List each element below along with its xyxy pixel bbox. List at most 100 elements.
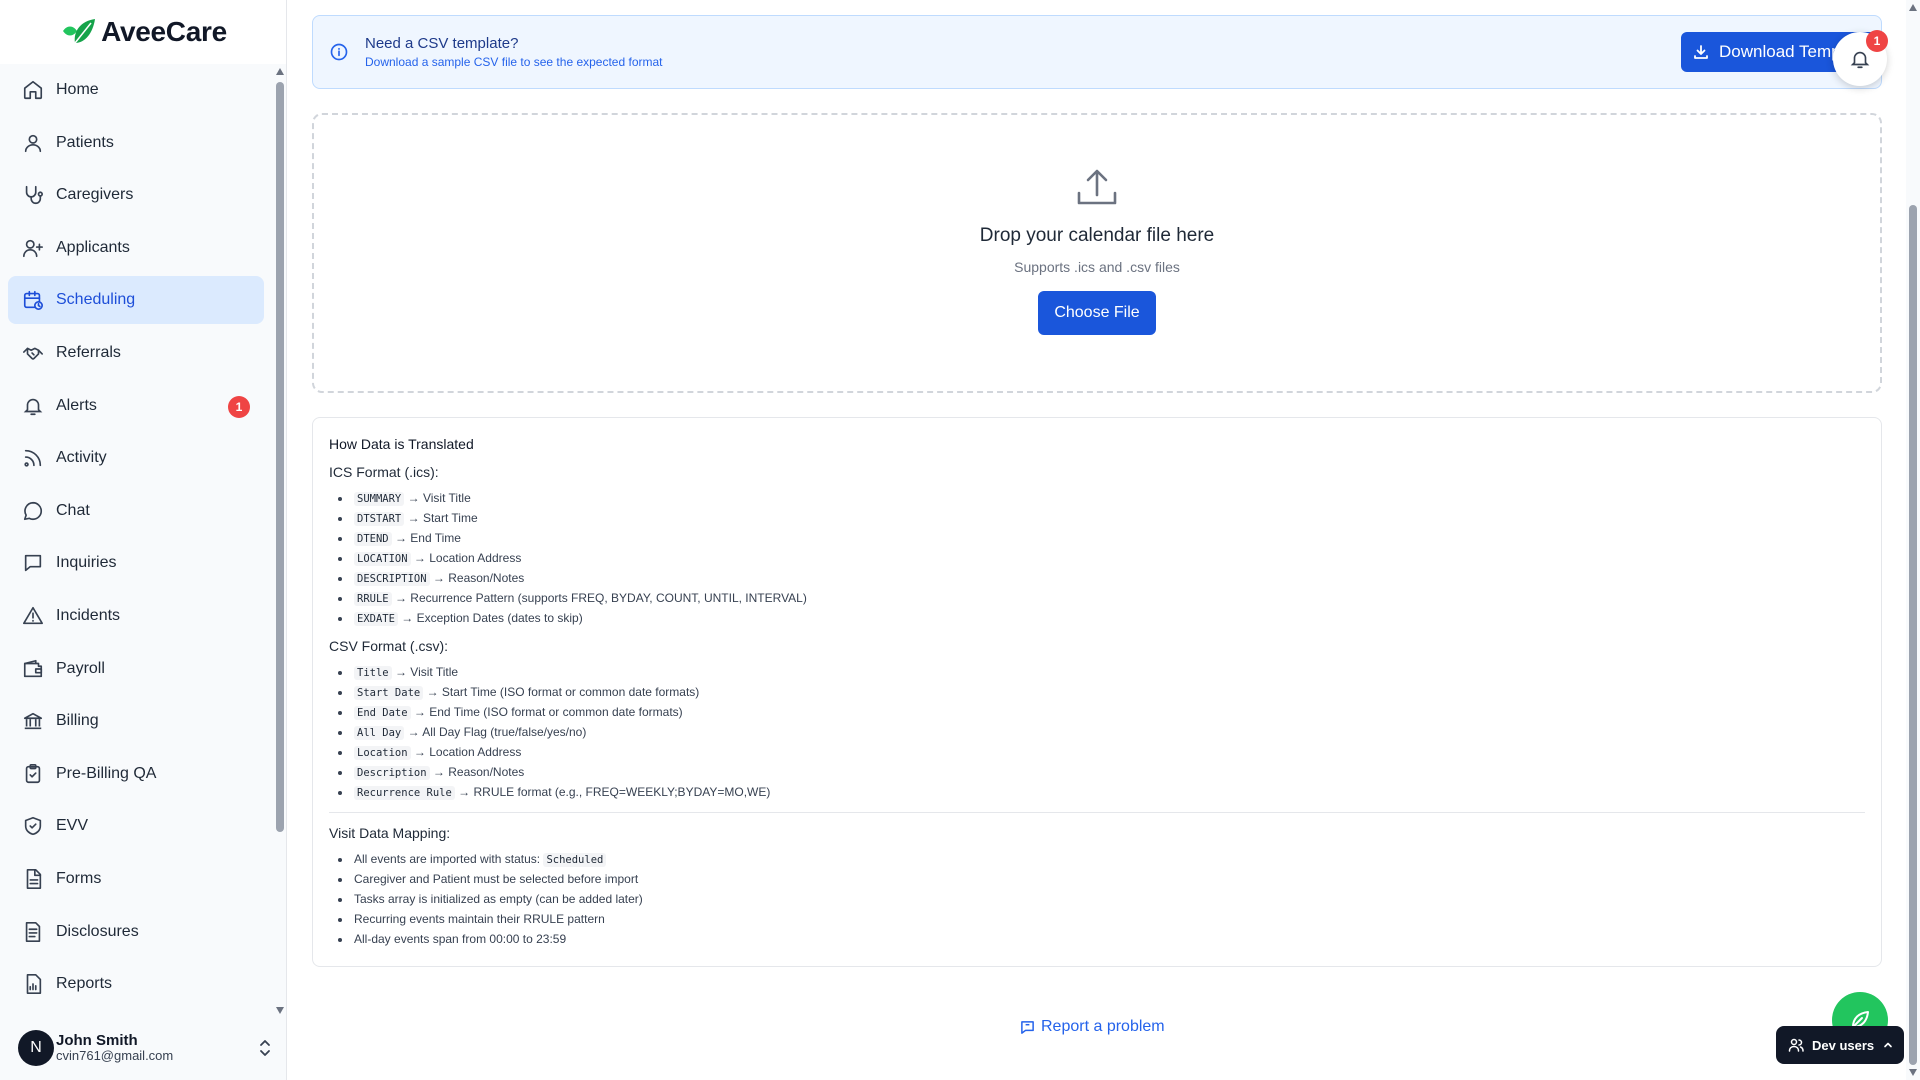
handshake-icon <box>22 342 44 364</box>
sidebar-item-label: Chat <box>56 501 90 519</box>
field-desc: → Reason/Notes <box>432 571 525 585</box>
sidebar-item-scheduling[interactable]: Scheduling <box>8 276 264 325</box>
chat-bubble-icon <box>22 500 44 522</box>
field-desc: → Visit Title <box>407 491 471 505</box>
sidebar-item-label: Inquiries <box>56 554 117 572</box>
scrollbar-thumb[interactable] <box>1909 205 1917 1065</box>
field-code: DTEND <box>354 532 392 546</box>
list-item: Description → Reason/Notes <box>329 762 1865 782</box>
list-item: RRULE → Recurrence Pattern (supports FRE… <box>329 588 1865 608</box>
sidebar-item-pre-billing-qa[interactable]: Pre-Billing QA <box>8 750 264 798</box>
scrollbar-thumb[interactable] <box>276 82 284 832</box>
dev-users-button[interactable]: Dev users <box>1776 1026 1904 1064</box>
list-item: Recurrence Rule → RRULE format (e.g., FR… <box>329 782 1865 802</box>
notifications-count-badge: 1 <box>1866 30 1888 52</box>
home-icon <box>22 79 44 101</box>
file-dropzone[interactable]: Drop your calendar file here Supports .i… <box>312 113 1882 393</box>
page-scrollbar[interactable] <box>1906 0 1920 1080</box>
field-desc: → End Time (ISO format or common date fo… <box>413 705 683 719</box>
sidebar-scrollbar[interactable] <box>275 66 285 1016</box>
sidebar-item-forms[interactable]: Forms <box>8 855 264 903</box>
scroll-down-arrow-icon[interactable] <box>276 1007 284 1014</box>
user-icon <box>22 132 44 154</box>
banner-subtitle: Download a sample CSV file to see the ex… <box>365 55 663 69</box>
field-code: RRULE <box>354 592 392 606</box>
sidebar-item-chat[interactable]: Chat <box>8 487 264 535</box>
dropzone-title: Drop your calendar file here <box>979 225 1215 246</box>
sidebar-item-label: Alerts <box>56 396 97 414</box>
sidebar-item-label: Caregivers <box>56 186 134 204</box>
sidebar-item-billing[interactable]: Billing <box>8 697 264 745</box>
brand-logo[interactable]: AveeCare <box>0 0 286 64</box>
report-problem-link[interactable]: Report a problem <box>1020 1018 1165 1036</box>
sidebar-item-activity[interactable]: Activity <box>8 434 264 482</box>
field-code: Start Date <box>354 686 424 700</box>
sidebar-item-label: Referrals <box>56 343 121 361</box>
choose-file-button[interactable]: Choose File <box>1038 291 1156 335</box>
list-item: SUMMARY → Visit Title <box>329 488 1865 508</box>
user-menu[interactable]: N John Smith cvin761@gmail.com <box>18 1024 273 1072</box>
card-title: How Data is Translated <box>329 436 474 452</box>
scroll-down-arrow-icon[interactable] <box>1909 1069 1917 1076</box>
ics-mapping-list: SUMMARY → Visit Title DTSTART → Start Ti… <box>329 488 1865 628</box>
sidebar-item-reports[interactable]: Reports <box>8 960 264 1008</box>
clipboard-check-icon <box>22 763 44 785</box>
sidebar-item-label: Payroll <box>56 659 105 677</box>
main-content: Need a CSV template? Download a sample C… <box>288 0 1906 1080</box>
download-icon <box>1693 44 1709 60</box>
sidebar-item-evv[interactable]: EVV <box>8 802 264 850</box>
dev-users-label: Dev users <box>1812 1037 1875 1053</box>
leaf-logo-icon <box>59 17 99 47</box>
data-translation-card: How Data is Translated ICS Format (.ics)… <box>312 417 1882 967</box>
list-item: DTSTART → Start Time <box>329 508 1865 528</box>
sidebar-item-label: Pre-Billing QA <box>56 764 157 782</box>
user-email: cvin761@gmail.com <box>56 1048 174 1064</box>
field-code: Location <box>354 746 411 760</box>
bell-icon <box>22 395 44 417</box>
avatar: N <box>18 1030 54 1066</box>
field-desc: → Exception Dates (dates to skip) <box>401 611 583 625</box>
sidebar-item-payroll[interactable]: Payroll <box>8 645 264 693</box>
list-item: LOCATION → Location Address <box>329 548 1865 568</box>
sidebar-item-applicants[interactable]: Applicants <box>8 224 264 272</box>
field-desc: → All Day Flag (true/false/yes/no) <box>407 725 587 739</box>
sidebar-item-caregivers[interactable]: Caregivers <box>8 171 264 219</box>
bank-icon <box>22 710 44 732</box>
bell-icon <box>1849 48 1871 70</box>
field-code: Recurrence Rule <box>354 786 455 800</box>
user-info: John Smith cvin761@gmail.com <box>56 1032 173 1064</box>
field-code: Title <box>354 666 392 680</box>
file-text-icon <box>22 868 44 890</box>
scroll-up-arrow-icon[interactable] <box>1909 4 1917 11</box>
sidebar-item-disclosures[interactable]: Disclosures <box>8 908 264 956</box>
file-lines-icon <box>22 921 44 943</box>
sidebar-item-home[interactable]: Home <box>8 66 264 114</box>
field-code: LOCATION <box>354 552 411 566</box>
list-item: End Date → End Time (ISO format or commo… <box>329 702 1865 722</box>
user-plus-icon <box>22 237 44 259</box>
report-problem-label: Report a problem <box>1041 1018 1165 1035</box>
sidebar-item-incidents[interactable]: Incidents <box>8 592 264 640</box>
field-code: EXDATE <box>354 612 398 626</box>
field-code: Description <box>354 766 430 780</box>
field-desc: → Start Time <box>407 511 478 525</box>
field-desc: → Reason/Notes <box>432 765 525 779</box>
sidebar-item-patients[interactable]: Patients <box>8 119 264 167</box>
calendar-clock-icon <box>22 289 44 311</box>
field-desc: → Location Address <box>413 745 522 759</box>
list-item: All Day → All Day Flag (true/false/yes/n… <box>329 722 1865 742</box>
sidebar-item-label: Activity <box>56 449 107 467</box>
sidebar-item-inquiries[interactable]: Inquiries <box>8 539 264 587</box>
field-desc: → RRULE format (e.g., FREQ=WEEKLY;BYDAY=… <box>458 785 771 799</box>
field-code: SUMMARY <box>354 492 405 506</box>
scroll-up-arrow-icon[interactable] <box>276 68 284 75</box>
sidebar-item-label: Billing <box>56 712 99 730</box>
list-item: All-day events span from 00:00 to 23:59 <box>329 929 1865 949</box>
chevrons-up-down-icon[interactable] <box>257 1038 273 1058</box>
sidebar-item-alerts[interactable]: Alerts 1 <box>8 382 264 430</box>
shield-check-icon <box>22 815 44 837</box>
sidebar-item-referrals[interactable]: Referrals <box>8 329 264 377</box>
warning-triangle-icon <box>22 605 44 627</box>
field-code: End Date <box>354 706 411 720</box>
chevron-up-icon <box>1882 1039 1894 1051</box>
